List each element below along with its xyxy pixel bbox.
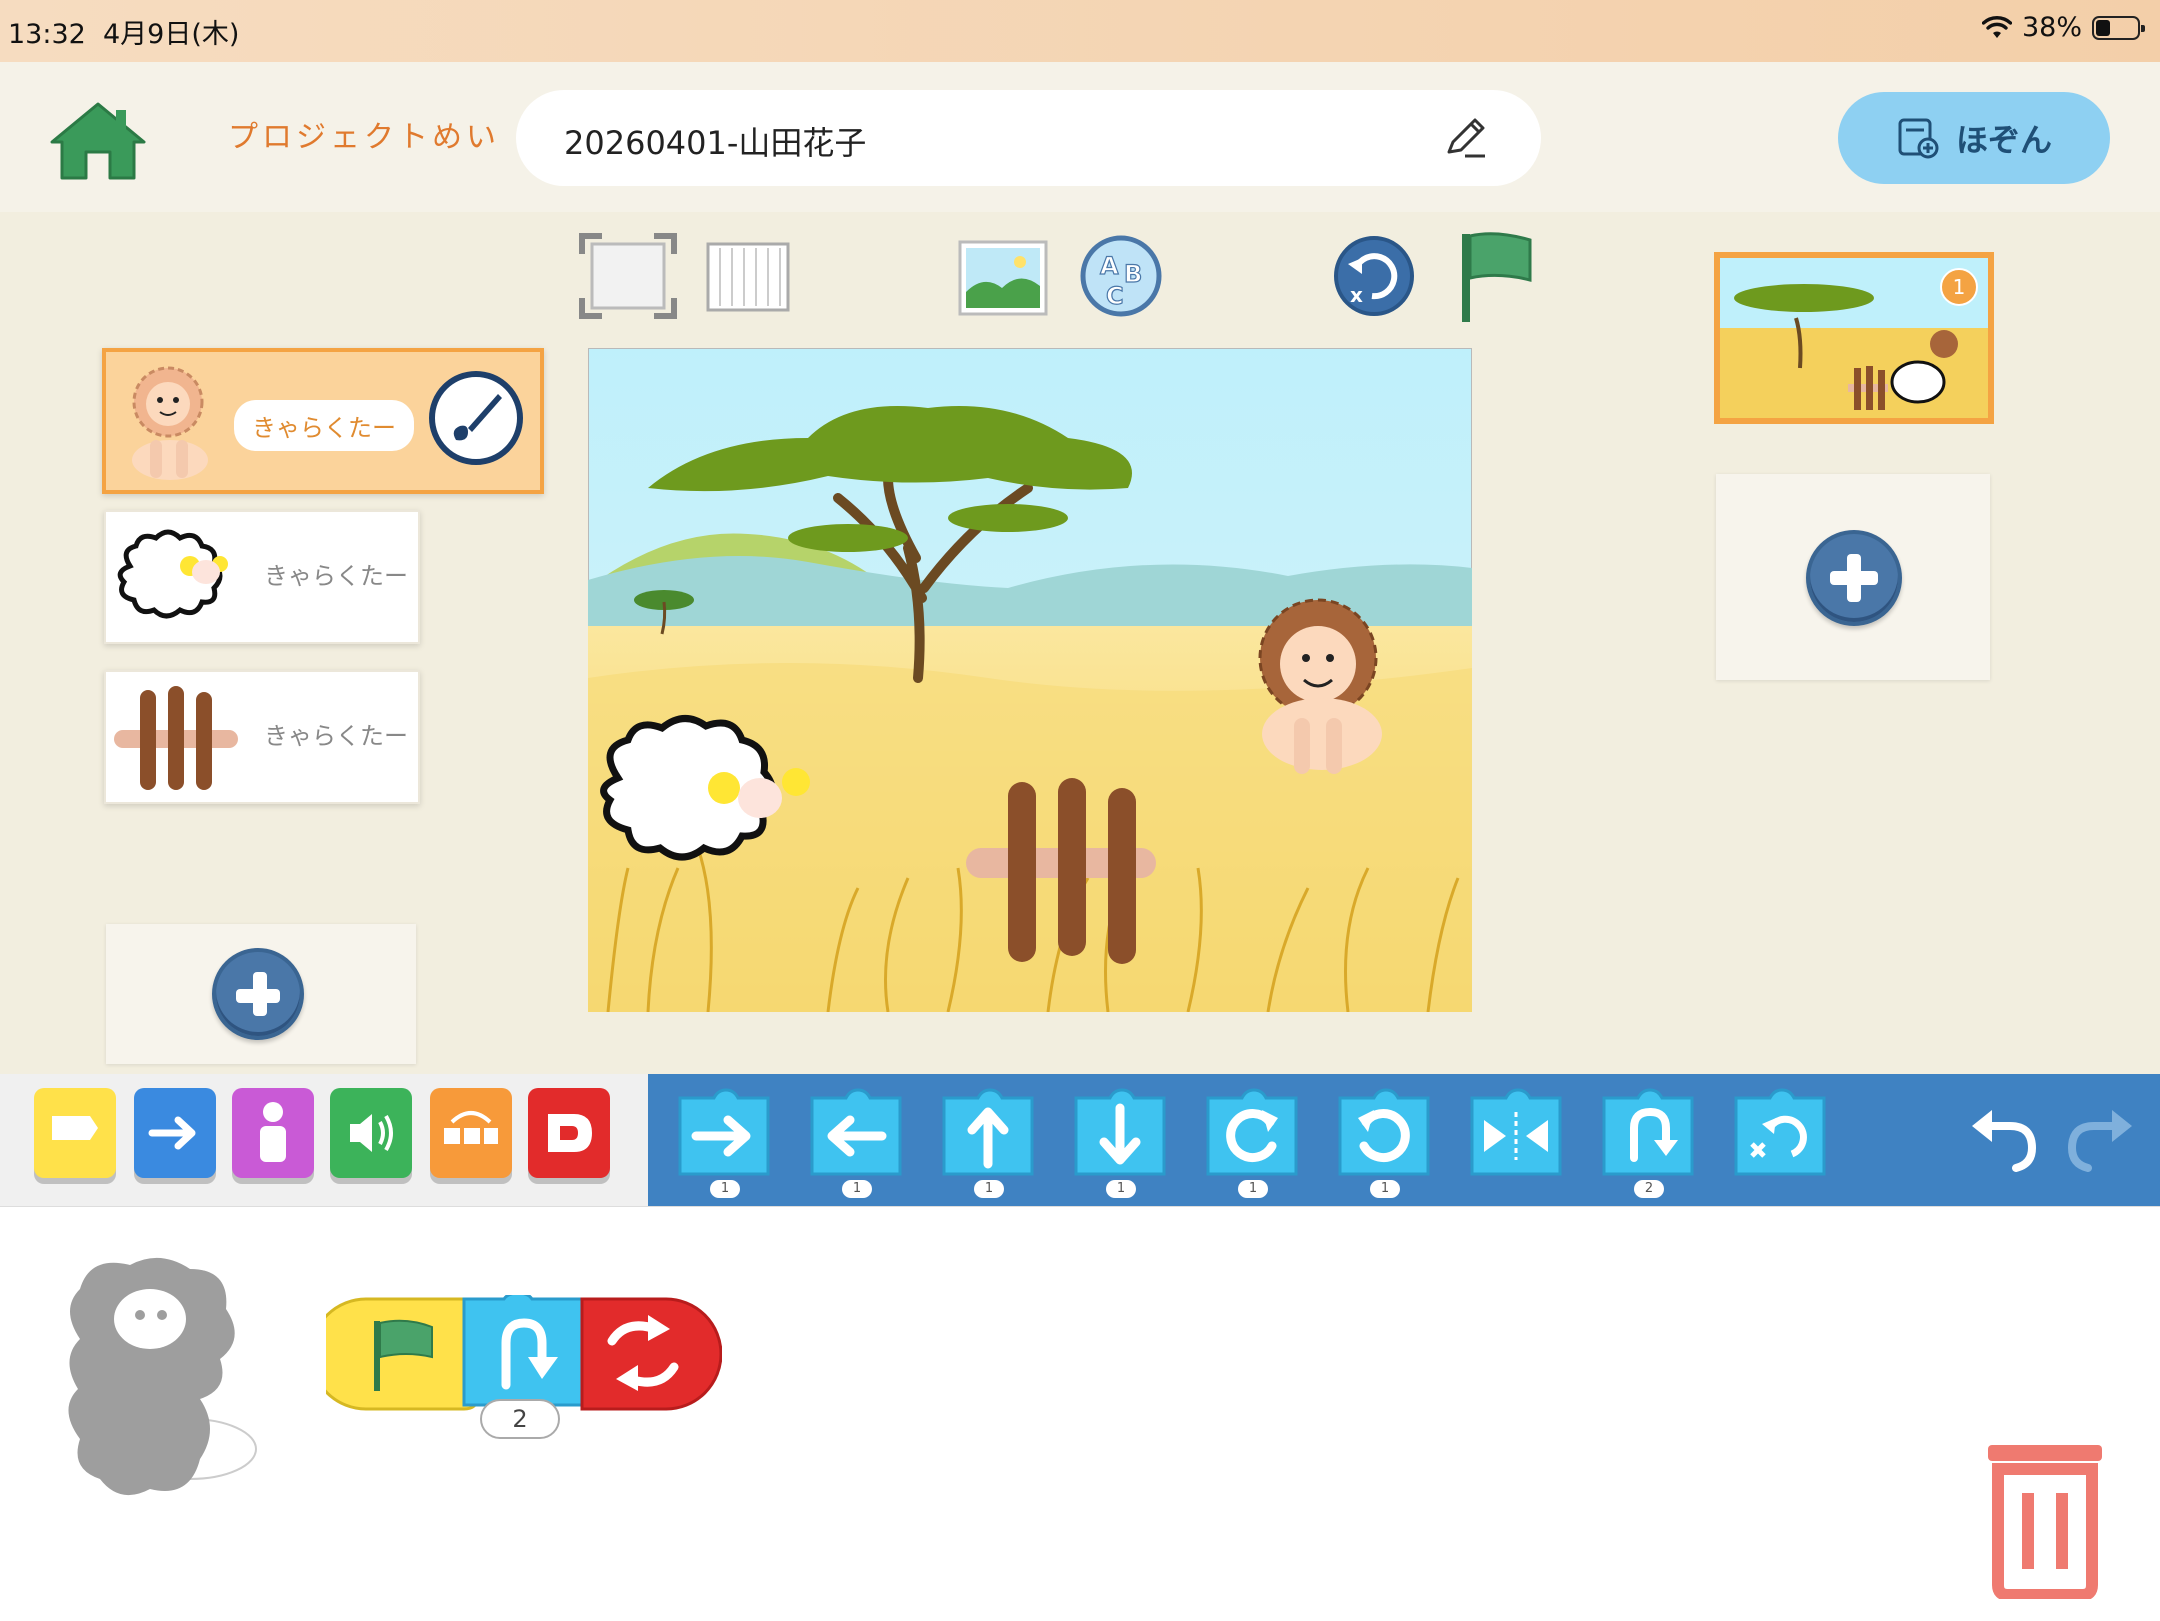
grid-icon[interactable] <box>706 242 790 312</box>
character-label: きゃらくたー <box>264 562 408 590</box>
arrow-right-icon <box>148 1116 196 1150</box>
fullscreen-icon[interactable] <box>578 232 678 320</box>
block-move-left[interactable]: 1 <box>802 1088 908 1198</box>
block-count: 1 <box>974 1180 1004 1198</box>
sheep-icon <box>117 529 228 619</box>
block-category-bar <box>0 1074 648 1207</box>
category-end[interactable] <box>528 1088 610 1178</box>
background-image-icon[interactable] <box>958 240 1048 316</box>
save-file-icon <box>1898 118 1939 159</box>
motion-block-palette: 1 1 1 1 1 1 2 <box>648 1074 2160 1206</box>
trigger-icon <box>52 1116 98 1140</box>
move-down-icon <box>1074 1088 1166 1176</box>
project-name-field[interactable]: 20260401-山田花子 <box>516 90 1541 186</box>
svg-text:A: A <box>1100 252 1119 280</box>
svg-text:C: C <box>1106 282 1124 310</box>
project-name-label: プロジェクトめい <box>228 120 500 155</box>
wifi-icon <box>1981 15 2012 38</box>
block-hop[interactable]: 2 <box>1594 1088 1700 1198</box>
battery-percent: 38% <box>2021 12 2082 43</box>
character-label: きゃらくたー <box>264 722 408 750</box>
block-count: 1 <box>1238 1180 1268 1198</box>
work-area: A B C x きゃらくたー きゃらくたー きゃらくたー 1 <box>0 212 2160 1074</box>
redo-icon[interactable] <box>2064 1102 2138 1172</box>
svg-text:x: x <box>1350 283 1363 307</box>
save-label: ほぞん <box>1955 121 2052 159</box>
undo-icon[interactable] <box>1966 1102 2040 1172</box>
paint-brush-icon[interactable] <box>428 370 524 466</box>
category-control[interactable] <box>430 1088 512 1178</box>
person-icon <box>260 1102 286 1162</box>
lion-icon <box>132 366 208 480</box>
block-move-up[interactable]: 1 <box>934 1088 1040 1198</box>
hop-count-field[interactable]: 2 <box>480 1399 560 1439</box>
trash-icon[interactable] <box>1984 1439 2106 1599</box>
character-label: きゃらくたー <box>234 400 414 451</box>
block-count: 1 <box>710 1180 740 1198</box>
character-card-lion[interactable]: きゃらくたー <box>102 348 544 494</box>
flip-icon <box>1470 1088 1562 1176</box>
battery-icon <box>2092 15 2145 40</box>
scene-thumbnail-1[interactable]: 1 <box>1714 252 1994 424</box>
home-icon[interactable] <box>48 100 148 180</box>
character-card-fence[interactable]: きゃらくたー <box>104 670 420 804</box>
rotate-right-icon <box>1206 1088 1298 1176</box>
add-character-plus-icon[interactable] <box>212 948 304 1040</box>
block-reset-position[interactable] <box>1726 1088 1832 1184</box>
header: プロジェクトめい 20260401-山田花子 ほぞん <box>0 62 2160 212</box>
block-count: 1 <box>1106 1180 1136 1198</box>
move-right-icon <box>678 1088 770 1176</box>
block-count: 2 <box>1634 1180 1664 1198</box>
stage-canvas[interactable] <box>588 348 1472 1012</box>
fence-icon <box>114 686 238 790</box>
add-scene-card[interactable] <box>1716 474 1990 680</box>
script-area[interactable]: 2 <box>0 1206 2160 1621</box>
move-up-icon <box>942 1088 1034 1176</box>
end-icon <box>548 1114 592 1152</box>
control-icon <box>444 1111 498 1144</box>
block-count: 1 <box>1370 1180 1400 1198</box>
block-flip[interactable] <box>1462 1088 1568 1184</box>
hop-icon <box>1602 1088 1694 1176</box>
save-button[interactable]: ほぞん <box>1838 92 2110 184</box>
block-move-down[interactable]: 1 <box>1066 1088 1172 1198</box>
stage-lion-sprite <box>1258 598 1382 774</box>
rotate-left-icon <box>1338 1088 1430 1176</box>
script-block-green-flag <box>326 1297 480 1411</box>
script-block-hop <box>462 1295 584 1407</box>
category-motion[interactable] <box>134 1088 216 1178</box>
block-rotate-left[interactable]: 1 <box>1330 1088 1436 1198</box>
add-character-card[interactable] <box>106 924 416 1064</box>
status-time: 13:32 4月9日(木) <box>8 19 240 50</box>
project-name-value: 20260401-山田花子 <box>564 124 867 162</box>
speaker-icon <box>350 1114 393 1152</box>
scene-number-badge: 1 <box>1940 268 1978 306</box>
status-right: 38% <box>1981 12 2145 43</box>
category-trigger[interactable] <box>34 1088 116 1178</box>
add-scene-plus-icon[interactable] <box>1806 530 1902 626</box>
sheep-silhouette-icon <box>68 1257 257 1496</box>
reset-position-icon <box>1734 1088 1826 1176</box>
status-bar: 13:32 4月9日(木) 38% <box>0 0 2160 62</box>
script-block-repeat-forever <box>580 1297 722 1411</box>
block-rotate-right[interactable]: 1 <box>1198 1088 1304 1198</box>
edit-pencil-icon[interactable] <box>1441 112 1491 162</box>
character-card-sheep[interactable]: きゃらくたー <box>104 510 420 644</box>
category-sound[interactable] <box>330 1088 412 1178</box>
green-flag-start-icon[interactable] <box>1456 230 1536 326</box>
block-move-right[interactable]: 1 <box>670 1088 776 1198</box>
move-left-icon <box>810 1088 902 1176</box>
reset-all-icon[interactable]: x <box>1332 234 1416 320</box>
svg-text:B: B <box>1124 260 1142 288</box>
category-looks[interactable] <box>232 1088 314 1178</box>
block-count: 1 <box>842 1180 872 1198</box>
text-abc-icon[interactable]: A B C <box>1080 234 1162 320</box>
